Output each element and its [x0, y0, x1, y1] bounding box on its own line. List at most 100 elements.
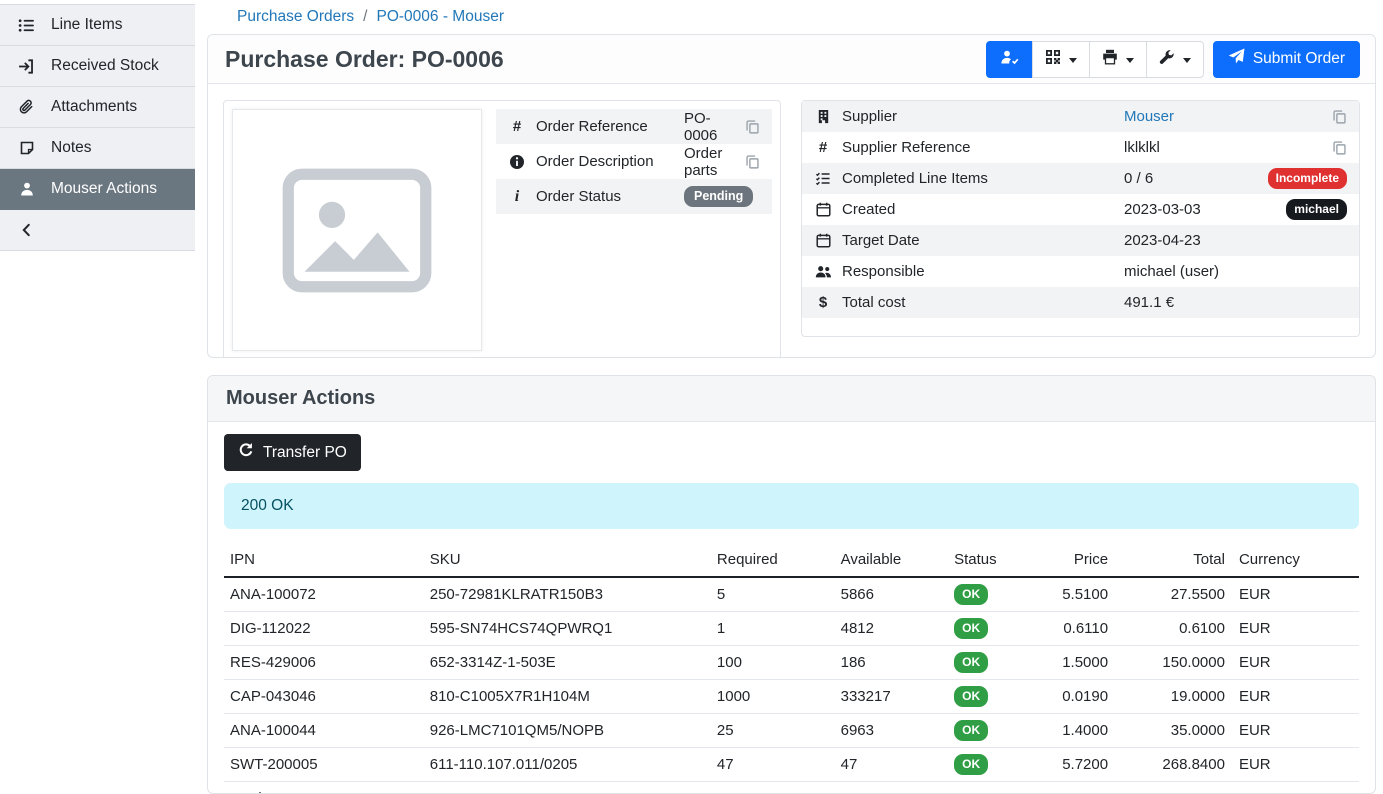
supplier-link[interactable]: Mouser [1124, 108, 1174, 125]
created-row: Created 2023-03-03 michael [802, 194, 1359, 225]
sidebar: Line Items Received Stock Attachments No… [0, 0, 195, 794]
cell-status: OK [948, 612, 1032, 646]
table-row: RES-429006 652-3314Z-1-503E 100 186 OK 1… [224, 646, 1359, 680]
detail-label: Order Status [536, 188, 674, 205]
user-actions-button[interactable] [986, 41, 1033, 78]
purchase-order-panel: Purchase Order: PO-0006 [207, 34, 1376, 358]
copy-icon[interactable] [1332, 140, 1347, 155]
sidebar-item-received-stock[interactable]: Received Stock [0, 46, 195, 87]
detail-label: Target Date [842, 232, 1114, 249]
col-header-available: Available [835, 543, 949, 577]
sidebar-item-attachments[interactable]: Attachments [0, 87, 195, 128]
supplier-details-card: Supplier Mouser # Supplier Reference lkl… [801, 100, 1360, 337]
cell-required: 1000 [711, 680, 835, 714]
order-details-section: # Order Reference PO-0006 Order Descri [208, 84, 1375, 358]
cell-ipn: RES-429006 [224, 646, 424, 680]
cell-available: 47 [835, 748, 949, 782]
cell-sku: 611-110.107.011/0205 [424, 748, 711, 782]
status-ok-badge: OK [954, 584, 988, 605]
paperclip-icon [17, 98, 36, 116]
sign-in-icon [17, 57, 36, 75]
mouser-actions-title: Mouser Actions [226, 387, 1357, 410]
table-row: SWT-200005 611-110.107.011/0205 47 47 OK… [224, 748, 1359, 782]
dollar-icon: $ [814, 294, 832, 311]
cell-ipn: ANA-100072 [224, 577, 424, 612]
toolbar: Submit Order [986, 41, 1360, 78]
order-actions-button[interactable] [1146, 41, 1204, 78]
detail-label: Total cost [842, 294, 1114, 311]
info-circle-icon [508, 154, 526, 170]
col-header-sku: SKU [424, 543, 711, 577]
breadcrumb-purchase-orders[interactable]: Purchase Orders [237, 8, 354, 26]
cell-required: 25 [711, 714, 835, 748]
sidebar-menu: Line Items Received Stock Attachments No… [0, 4, 195, 251]
cell-required: 5 [711, 577, 835, 612]
chevron-down-icon [1183, 58, 1191, 63]
sidebar-item-label: Received Stock [51, 57, 159, 75]
transfer-po-button[interactable]: Transfer PO [224, 434, 361, 471]
table-row: DIG-112022 595-SN74HCS74QPWRQ1 1 4812 OK… [224, 612, 1359, 646]
breadcrumb-current-order[interactable]: PO-0006 - Mouser [376, 8, 504, 26]
detail-label: Completed Line Items [842, 170, 1114, 187]
cell-ipn: SWT-200005 [224, 748, 424, 782]
breadcrumb-separator: / [363, 8, 367, 26]
detail-label: Created [842, 201, 1114, 218]
cell-price: 0.0190 [1032, 680, 1116, 714]
sidebar-item-mouser-actions[interactable]: Mouser Actions [0, 169, 195, 210]
toolbar-button-group [986, 41, 1204, 78]
cell-sku: 652-3314Z-1-503E [424, 646, 711, 680]
calendar-icon [814, 202, 832, 217]
cell-required: 1 [711, 612, 835, 646]
table-row: ANA-100072 250-72981KLRATR150B3 5 5866 O… [224, 577, 1359, 612]
cell-total: 19.0000 [1116, 680, 1233, 714]
copy-icon[interactable] [745, 119, 760, 134]
table-row: ANA-100044 926-LMC7101QM5/NOPB 25 6963 O… [224, 714, 1359, 748]
cell-price: 1.4000 [1032, 714, 1116, 748]
printer-icon [1102, 49, 1118, 69]
cell-status: OK [948, 714, 1032, 748]
copy-icon[interactable] [745, 154, 760, 169]
detail-value: 491.1 € [1124, 294, 1347, 311]
detail-label: Order Description [536, 153, 674, 170]
order-image-placeholder[interactable] [232, 109, 482, 351]
refresh-icon [238, 442, 254, 463]
cell-available: 186 [835, 646, 949, 680]
cell-available: 6963 [835, 714, 949, 748]
sidebar-item-notes[interactable]: Notes [0, 128, 195, 169]
sidebar-item-label: Mouser Actions [51, 180, 157, 198]
col-header-price: Price [1032, 543, 1116, 577]
order-description-row: Order Description Order parts [496, 144, 772, 179]
submit-order-button[interactable]: Submit Order [1213, 41, 1360, 78]
status-alert: 200 OK [224, 483, 1359, 529]
cell-required: 47 [711, 748, 835, 782]
col-header-currency: Currency [1233, 543, 1359, 577]
detail-label: Supplier [842, 108, 1114, 125]
order-status-badge: Pending [684, 186, 753, 208]
detail-label: Responsible [842, 263, 1114, 280]
copy-icon[interactable] [1332, 109, 1347, 124]
sidebar-collapse-button[interactable] [0, 210, 195, 251]
barcode-actions-button[interactable] [1032, 41, 1090, 78]
cell-price: 5.5100 [1032, 577, 1116, 612]
table-footer-row: Total 501.0000 [224, 782, 1359, 794]
cell-currency: EUR [1233, 577, 1359, 612]
cell-price: 5.7200 [1032, 748, 1116, 782]
footer-total: 501.0000 [1116, 782, 1233, 794]
info-icon: i [508, 188, 526, 206]
user-badge: michael [1286, 199, 1347, 220]
cell-available: 5866 [835, 577, 949, 612]
incomplete-badge: Incomplete [1268, 168, 1347, 189]
print-actions-button[interactable] [1089, 41, 1147, 78]
sidebar-item-line-items[interactable]: Line Items [0, 5, 195, 46]
cell-total: 268.8400 [1116, 748, 1233, 782]
cell-currency: EUR [1233, 714, 1359, 748]
completed-line-items-row: Completed Line Items 0 / 6 Incomplete [802, 163, 1359, 194]
order-details-card: # Order Reference PO-0006 Order Descri [223, 100, 781, 358]
app-root: Line Items Received Stock Attachments No… [0, 0, 1383, 794]
detail-value: 2023-04-23 [1124, 232, 1347, 249]
cell-price: 1.5000 [1032, 646, 1116, 680]
image-placeholder-icon [282, 168, 432, 293]
hash-icon: # [814, 139, 832, 156]
col-header-total: Total [1116, 543, 1233, 577]
cell-currency: EUR [1233, 680, 1359, 714]
